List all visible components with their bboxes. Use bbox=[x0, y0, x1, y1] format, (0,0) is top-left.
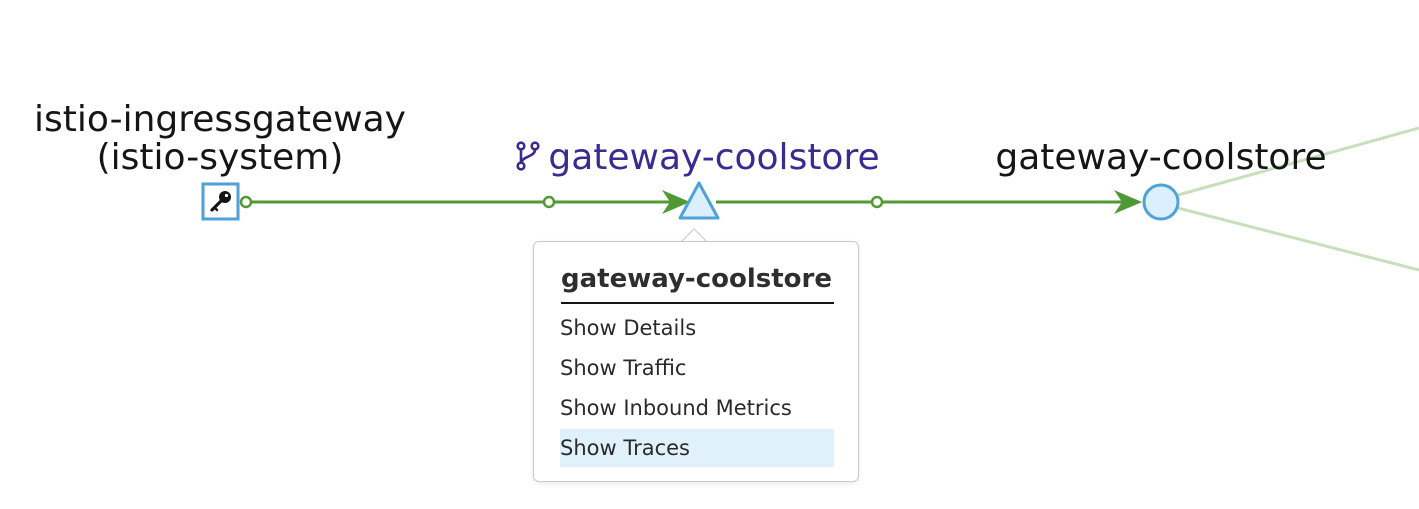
show-details-menu-item[interactable]: Show Details bbox=[560, 309, 834, 347]
workload-label: gateway-coolstore bbox=[995, 137, 1327, 178]
context-menu-pointer bbox=[681, 228, 707, 242]
edge-workload-out-lower[interactable] bbox=[1177, 206, 1419, 272]
workload-node[interactable] bbox=[1142, 183, 1180, 221]
edge-source-dot bbox=[239, 195, 253, 209]
ingress-gateway-namespace: (istio-system) bbox=[96, 137, 344, 178]
ingress-gateway-label: istio-ingressgateway (istio-system) bbox=[10, 101, 430, 177]
edge-midpoint-dot bbox=[542, 195, 556, 209]
show-inbound-metrics-menu-item[interactable]: Show Inbound Metrics bbox=[560, 389, 834, 427]
edge-service-to-workload[interactable] bbox=[716, 190, 1142, 214]
ingress-gateway-node[interactable] bbox=[201, 182, 240, 221]
ingress-gateway-name: istio-ingressgateway bbox=[34, 99, 406, 140]
context-menu-title: gateway-coolstore bbox=[561, 264, 834, 304]
node-context-menu: gateway-coolstore Show Details Show Traf… bbox=[533, 241, 859, 482]
edge-midpoint-dot bbox=[870, 195, 884, 209]
service-label: gateway-coolstore bbox=[488, 139, 908, 177]
service-name: gateway-coolstore bbox=[548, 137, 880, 178]
show-traffic-menu-item[interactable]: Show Traffic bbox=[560, 349, 834, 387]
code-branch-icon bbox=[516, 141, 540, 171]
edge-ingress-to-service[interactable] bbox=[239, 190, 690, 214]
show-traces-menu-item[interactable]: Show Traces bbox=[560, 429, 834, 467]
